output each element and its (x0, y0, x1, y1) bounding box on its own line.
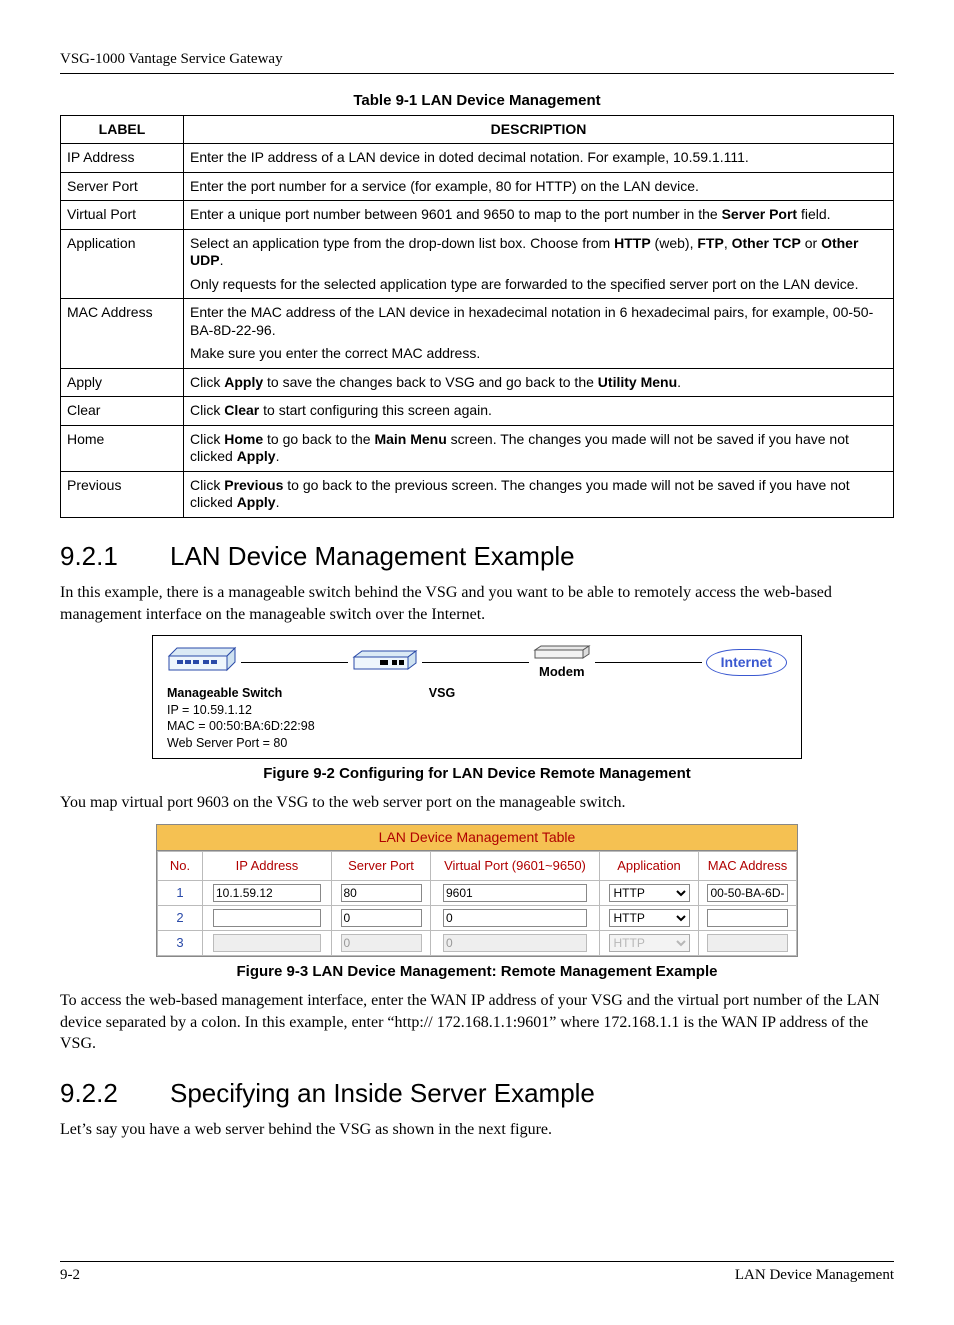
lan-row-no: 2 (158, 906, 203, 931)
body-paragraph: In this example, there is a manageable s… (60, 582, 894, 625)
row-label: Clear (61, 397, 184, 426)
lan-device-table: LAN Device Management Table No. IP Addre… (156, 824, 798, 958)
switch-icon (167, 646, 237, 674)
col-desc: DESCRIPTION (184, 115, 894, 144)
lan-table-title: LAN Device Management Table (157, 825, 797, 852)
row-desc: Enter the port number for a service (for… (184, 172, 894, 201)
table-row: MAC Address Enter the MAC address of the… (61, 299, 894, 369)
footer-page-number: 9-2 (60, 1266, 80, 1285)
table-row: Home Click Home to go back to the Main M… (61, 425, 894, 471)
lan-col-app: Application (600, 852, 699, 881)
row-label: Apply (61, 368, 184, 397)
row-label: Previous (61, 471, 184, 517)
table-row: Virtual Port Enter a unique port number … (61, 201, 894, 230)
row-desc: Enter the IP address of a LAN device in … (184, 144, 894, 173)
body-paragraph: To access the web-based management inter… (60, 990, 894, 1055)
ip-input (213, 934, 321, 952)
footer-section-title: LAN Device Management (735, 1266, 894, 1285)
figure-caption-93: Figure 9-3 LAN Device Management: Remote… (60, 963, 894, 982)
section-number: 9.2.2 (60, 1077, 170, 1110)
application-select[interactable]: HTTP (609, 909, 690, 927)
table-row: IP Address Enter the IP address of a LAN… (61, 144, 894, 173)
page-header: VSG-1000 Vantage Service Gateway (60, 50, 894, 74)
ip-input[interactable] (213, 909, 321, 927)
vsg-icon (352, 649, 418, 671)
figure-caption-92: Figure 9-2 Configuring for LAN Device Re… (60, 765, 894, 784)
network-diagram: Modem Internet Manageable Switch IP = 10… (152, 635, 802, 759)
mac-input[interactable] (707, 884, 787, 902)
row-desc: Click Apply to save the changes back to … (184, 368, 894, 397)
row-label: Application (61, 229, 184, 299)
table-caption: Table 9-1 LAN Device Management (60, 92, 894, 111)
application-select[interactable]: HTTP (609, 884, 690, 902)
row-desc: Click Home to go back to the Main Menu s… (184, 425, 894, 471)
table-row: Previous Click Previous to go back to th… (61, 471, 894, 517)
modem-label: Modem (533, 664, 591, 680)
switch-mac: MAC = 00:50:BA:6D:22:98 (167, 718, 357, 735)
row-label: MAC Address (61, 299, 184, 369)
spec-table: LABEL DESCRIPTION IP Address Enter the I… (60, 115, 894, 518)
table-row: Server Port Enter the port number for a … (61, 172, 894, 201)
table-row: Application Select an application type f… (61, 229, 894, 299)
ip-input[interactable] (213, 884, 321, 902)
section-heading-922: 9.2.2Specifying an Inside Server Example (60, 1077, 894, 1110)
lan-row-no: 3 (158, 931, 203, 956)
col-label: LABEL (61, 115, 184, 144)
table-row: Apply Click Apply to save the changes ba… (61, 368, 894, 397)
section-title: LAN Device Management Example (170, 541, 575, 571)
lan-col-sp: Server Port (332, 852, 431, 881)
server-port-input (341, 934, 422, 952)
switch-ip: IP = 10.59.1.12 (167, 702, 357, 719)
lan-col-vp: Virtual Port (9601~9650) (431, 852, 600, 881)
section-heading-921: 9.2.1LAN Device Management Example (60, 540, 894, 573)
table-row: Clear Click Clear to start configuring t… (61, 397, 894, 426)
row-label: Home (61, 425, 184, 471)
body-paragraph: Let’s say you have a web server behind t… (60, 1119, 894, 1141)
row-desc: Enter a unique port number between 9601 … (184, 201, 894, 230)
server-port-input[interactable] (341, 884, 422, 902)
modem-icon (533, 644, 591, 660)
lan-row: 3 HTTP (158, 931, 797, 956)
virtual-port-input (443, 934, 587, 952)
vsg-label: VSG (357, 685, 527, 702)
mac-input (707, 934, 787, 952)
lan-row-no: 1 (158, 881, 203, 906)
row-desc: Click Previous to go back to the previou… (184, 471, 894, 517)
lan-col-ip: IP Address (203, 852, 332, 881)
lan-row: 2 HTTP (158, 906, 797, 931)
page-footer: 9-2 LAN Device Management (60, 1261, 894, 1285)
section-title: Specifying an Inside Server Example (170, 1078, 595, 1108)
server-port-input[interactable] (341, 909, 422, 927)
switch-label: Manageable Switch (167, 685, 357, 702)
row-label: Virtual Port (61, 201, 184, 230)
virtual-port-input[interactable] (443, 884, 587, 902)
row-desc: Enter the MAC address of the LAN device … (184, 299, 894, 369)
mac-input[interactable] (707, 909, 787, 927)
internet-cloud: Internet (706, 649, 787, 677)
lan-row: 1 HTTP (158, 881, 797, 906)
row-label: IP Address (61, 144, 184, 173)
row-label: Server Port (61, 172, 184, 201)
switch-port: Web Server Port = 80 (167, 735, 357, 752)
section-number: 9.2.1 (60, 540, 170, 573)
virtual-port-input[interactable] (443, 909, 587, 927)
application-select: HTTP (609, 934, 690, 952)
row-desc: Select an application type from the drop… (184, 229, 894, 299)
row-desc: Click Clear to start configuring this sc… (184, 397, 894, 426)
lan-col-mac: MAC Address (699, 852, 797, 881)
lan-col-no: No. (158, 852, 203, 881)
body-paragraph: You map virtual port 9603 on the VSG to … (60, 792, 894, 814)
